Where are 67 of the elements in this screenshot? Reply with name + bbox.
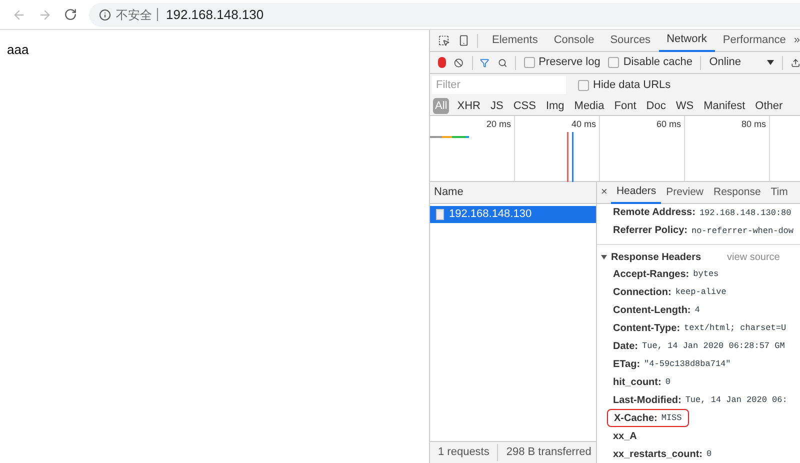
- devtools-tab[interactable]: Elements: [484, 30, 546, 52]
- checkbox-label: Disable cache: [623, 55, 692, 70]
- url-text: 192.168.148.130: [166, 6, 264, 24]
- checkbox-label: Hide data URLs: [593, 78, 671, 93]
- header-entry: xx_restarts_count: 0: [612, 448, 713, 462]
- header-entry: Referrer Policy: no-referrer-when-dow: [612, 224, 795, 238]
- status-text: 298 B transferred: [497, 444, 592, 461]
- checkbox-label: Preserve log: [538, 55, 600, 70]
- header-entry: Content-Length: 4: [612, 304, 701, 318]
- expand-triangle-icon[interactable]: [601, 254, 607, 260]
- header-entry: hit_count: 0: [612, 376, 672, 390]
- type-filter[interactable]: XHR: [455, 98, 482, 114]
- header-entry: Connection: keep-alive: [612, 286, 728, 300]
- throttling-select[interactable]: Online: [709, 54, 774, 71]
- header-entry: Last-Modified: Tue, 14 Jan 2020 06:: [612, 394, 788, 408]
- type-filter[interactable]: Manifest: [702, 98, 748, 114]
- type-filter[interactable]: JS: [488, 98, 506, 114]
- detail-tab[interactable]: Preview: [661, 182, 708, 204]
- status-text: 1 requests: [438, 445, 490, 460]
- section-title[interactable]: Response Headers: [611, 250, 702, 265]
- type-filter[interactable]: Font: [612, 98, 638, 114]
- address-bar[interactable]: 不安全 192.168.148.130: [89, 2, 800, 26]
- upload-icon[interactable]: [790, 56, 800, 68]
- type-filter[interactable]: CSS: [511, 98, 538, 114]
- tick-label: 80 ms: [741, 118, 766, 131]
- dropdown-caret-icon: [767, 60, 774, 65]
- more-tabs[interactable]: »: [794, 32, 800, 49]
- checkbox[interactable]: [524, 57, 535, 68]
- header-entry: Accept-Ranges: bytes: [612, 268, 720, 282]
- page-text: aaa: [7, 42, 29, 57]
- header-entry: X-Cache: MISS: [607, 409, 689, 428]
- reload-icon[interactable]: [64, 8, 77, 21]
- tick-label: 20 ms: [486, 118, 511, 131]
- devtools-tab[interactable]: Performance: [714, 30, 794, 52]
- info-icon[interactable]: [99, 8, 111, 20]
- filter-icon[interactable]: [480, 56, 490, 68]
- detail-tab[interactable]: Response: [708, 182, 766, 204]
- inspect-icon[interactable]: [438, 34, 450, 47]
- type-filter[interactable]: Img: [544, 98, 566, 114]
- header-entry: ETag: "4-59c138d8ba714": [612, 358, 732, 372]
- detail-tab[interactable]: Tim: [766, 182, 793, 204]
- type-filter[interactable]: Media: [572, 98, 606, 114]
- checkbox[interactable]: [608, 57, 620, 68]
- view-source-link[interactable]: view source: [727, 250, 780, 265]
- header-entry: xx_A: [612, 430, 638, 444]
- tick-label: 40 ms: [571, 118, 596, 131]
- type-filter[interactable]: WS: [674, 98, 696, 114]
- device-icon[interactable]: [458, 34, 470, 47]
- detail-tab[interactable]: Headers: [611, 182, 662, 204]
- clear-icon[interactable]: [454, 56, 464, 68]
- type-filter[interactable]: Doc: [644, 98, 668, 114]
- checkbox[interactable]: [578, 80, 589, 90]
- record-icon[interactable]: [438, 57, 446, 68]
- tick-label: 60 ms: [656, 118, 681, 131]
- header-entry: Date: Tue, 14 Jan 2020 06:28:57 GM: [612, 340, 786, 354]
- type-filter[interactable]: Other: [753, 98, 785, 114]
- header-entry: Remote Address: 192.168.148.130:80: [612, 206, 792, 220]
- search-icon[interactable]: [498, 56, 507, 68]
- security-label: 不安全: [116, 6, 152, 24]
- document-icon: [436, 209, 444, 220]
- filter-field[interactable]: Filter: [432, 76, 566, 94]
- header-entry: Content-Type: text/html; charset=U: [612, 322, 788, 336]
- devtools-tab[interactable]: Sources: [602, 30, 659, 52]
- request-row[interactable]: 192.168.148.130: [430, 206, 596, 223]
- column-header[interactable]: Name: [430, 182, 596, 204]
- devtools-tab[interactable]: Console: [546, 30, 602, 52]
- close-button[interactable]: ×: [597, 184, 612, 201]
